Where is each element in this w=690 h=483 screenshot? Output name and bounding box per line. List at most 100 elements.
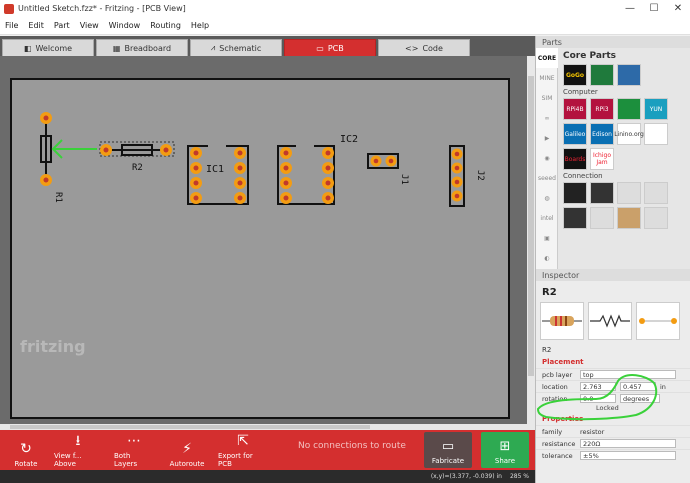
location-x-field[interactable]: 2.763: [580, 382, 616, 391]
part-tile[interactable]: [617, 98, 641, 120]
title-bar: Untitled Sketch.fzz* - Fritzing - [PCB V…: [0, 0, 690, 17]
part-tile[interactable]: [590, 182, 614, 204]
parts-bin-list: CORE MINE SIM ∞ ▶ ◉ seeed ◍ intel ▣ ◐: [536, 48, 558, 269]
breadboard-preview: [540, 302, 584, 340]
bin-9[interactable]: ▣: [536, 228, 558, 248]
connector-j1[interactable]: J1: [367, 153, 409, 185]
export-button[interactable]: ⇱ Export for PCB: [218, 432, 268, 468]
placement-section[interactable]: Placement: [536, 356, 690, 368]
code-icon: <>: [405, 43, 419, 53]
cursor-coordinates: (x,y)=(3.377, -0.039) in: [430, 473, 502, 480]
rotation-field[interactable]: 0.0: [580, 394, 616, 403]
location-unit[interactable]: in: [660, 383, 666, 391]
connector-j2[interactable]: J2: [449, 145, 485, 207]
locked-checkbox[interactable]: Locked: [536, 404, 690, 413]
pcb-icon: ▭: [316, 43, 324, 53]
part-tile[interactable]: RPi4B: [563, 98, 587, 120]
part-tile[interactable]: [617, 182, 641, 204]
bin-4[interactable]: ▶: [536, 128, 558, 148]
part-tile[interactable]: Linino.org: [614, 123, 644, 145]
tab-welcome[interactable]: ◧ Welcome: [2, 39, 94, 56]
part-tile[interactable]: Edison: [590, 123, 614, 145]
part-tile[interactable]: [644, 123, 668, 145]
tolerance-select[interactable]: ±5%: [580, 451, 676, 460]
share-icon: ⊞: [499, 439, 511, 454]
part-tile[interactable]: Ichigo Jam: [590, 148, 614, 170]
zoom-level[interactable]: 285 %: [510, 473, 529, 480]
resistor-r1[interactable]: R1: [40, 112, 63, 203]
part-tile[interactable]: RPi3: [590, 98, 614, 120]
bin-core[interactable]: CORE: [536, 48, 558, 68]
menu-part[interactable]: Part: [54, 21, 70, 30]
part-tile[interactable]: YUN: [644, 98, 668, 120]
part-tile[interactable]: [617, 64, 641, 86]
bin-seeed[interactable]: seeed: [536, 168, 558, 188]
part-tile[interactable]: GoGo: [563, 64, 587, 86]
layers-icon: ⋯: [127, 433, 141, 449]
computer-section-label: Computer: [563, 88, 598, 96]
pcb-preview: [636, 302, 680, 340]
fritzing-logo: fritzing: [20, 337, 86, 356]
both-layers-button[interactable]: ⋯ Both Layers: [114, 432, 154, 468]
resistor-r2[interactable]: R2: [99, 141, 175, 173]
part-tile[interactable]: Galileo: [563, 123, 587, 145]
location-label: location: [542, 382, 568, 391]
menu-window[interactable]: Window: [109, 21, 141, 30]
tab-pcb[interactable]: ▭ PCB: [284, 39, 376, 56]
chip-ic1[interactable]: IC1: [187, 144, 249, 205]
part-tile[interactable]: [644, 207, 668, 229]
part-tile[interactable]: [563, 182, 587, 204]
minimize-button[interactable]: —: [618, 3, 642, 14]
share-label: Share: [494, 457, 516, 465]
close-button[interactable]: ✕: [666, 3, 690, 14]
rotate-button[interactable]: ↻ Rotate: [12, 432, 40, 468]
part-tile[interactable]: [617, 207, 641, 229]
r2-label: R2: [132, 163, 143, 173]
chip-ic2[interactable]: IC2: [277, 134, 358, 205]
fabricate-button[interactable]: ▭ Fabricate: [424, 432, 472, 468]
maximize-button[interactable]: ☐: [642, 3, 666, 14]
menu-help[interactable]: Help: [191, 21, 209, 30]
bin-mine[interactable]: MINE: [536, 68, 558, 88]
family-label: family: [542, 427, 563, 436]
tab-breadboard[interactable]: ▦ Breadboard: [96, 39, 188, 56]
menu-routing[interactable]: Routing: [150, 21, 181, 30]
part-tile[interactable]: [644, 182, 668, 204]
vertical-scrollbar[interactable]: [527, 56, 535, 430]
schematic-preview: [588, 302, 632, 340]
view-from-above-button[interactable]: ⭳ View f... Above: [54, 432, 102, 468]
menu-view[interactable]: View: [80, 21, 99, 30]
part-tile[interactable]: [590, 64, 614, 86]
share-button[interactable]: ⊞ Share: [481, 432, 529, 468]
menu-edit[interactable]: Edit: [28, 21, 44, 30]
bin-sim[interactable]: SIM: [536, 88, 558, 108]
bin-intel[interactable]: intel: [536, 208, 558, 228]
autoroute-button[interactable]: ⚡ Autoroute: [170, 432, 205, 468]
location-y-field[interactable]: 0.457: [620, 382, 656, 391]
pcb-layer-select[interactable]: top: [580, 370, 676, 379]
part-tile[interactable]: [590, 207, 614, 229]
bin-5[interactable]: ◉: [536, 148, 558, 168]
view-from-above-label: View f... Above: [54, 452, 82, 468]
pcb-canvas[interactable]: R1 R2 IC1 IC2 J1 J2 fritzing: [0, 56, 535, 430]
rotation-unit-select[interactable]: degrees: [620, 394, 660, 403]
family-row: family resistor: [536, 425, 690, 437]
rotation-row: rotation 0.0 degrees: [536, 392, 690, 404]
menu-file[interactable]: File: [5, 21, 18, 30]
tab-schematic[interactable]: ⩘ Schematic: [190, 39, 282, 56]
part-tile[interactable]: Boards: [563, 148, 587, 170]
part-tile[interactable]: [563, 207, 587, 229]
properties-section[interactable]: Properties: [536, 413, 690, 425]
tab-label: PCB: [327, 43, 344, 53]
resistance-field[interactable]: 220Ω: [580, 439, 676, 448]
ic1-label: IC1: [206, 164, 224, 175]
breadboard-icon: ▦: [112, 43, 121, 53]
inspector-title: Inspector: [536, 269, 690, 281]
scroll-thumb[interactable]: [528, 76, 534, 376]
bin-7[interactable]: ◍: [536, 188, 558, 208]
bin-arduino[interactable]: ∞: [536, 108, 558, 128]
parts-grid: Core Parts GoGo Computer RPi4B RPi3 YUN …: [561, 48, 690, 269]
bin-10[interactable]: ◐: [536, 248, 558, 268]
scroll-thumb[interactable]: [10, 425, 370, 429]
tab-code[interactable]: <> Code: [378, 39, 470, 56]
